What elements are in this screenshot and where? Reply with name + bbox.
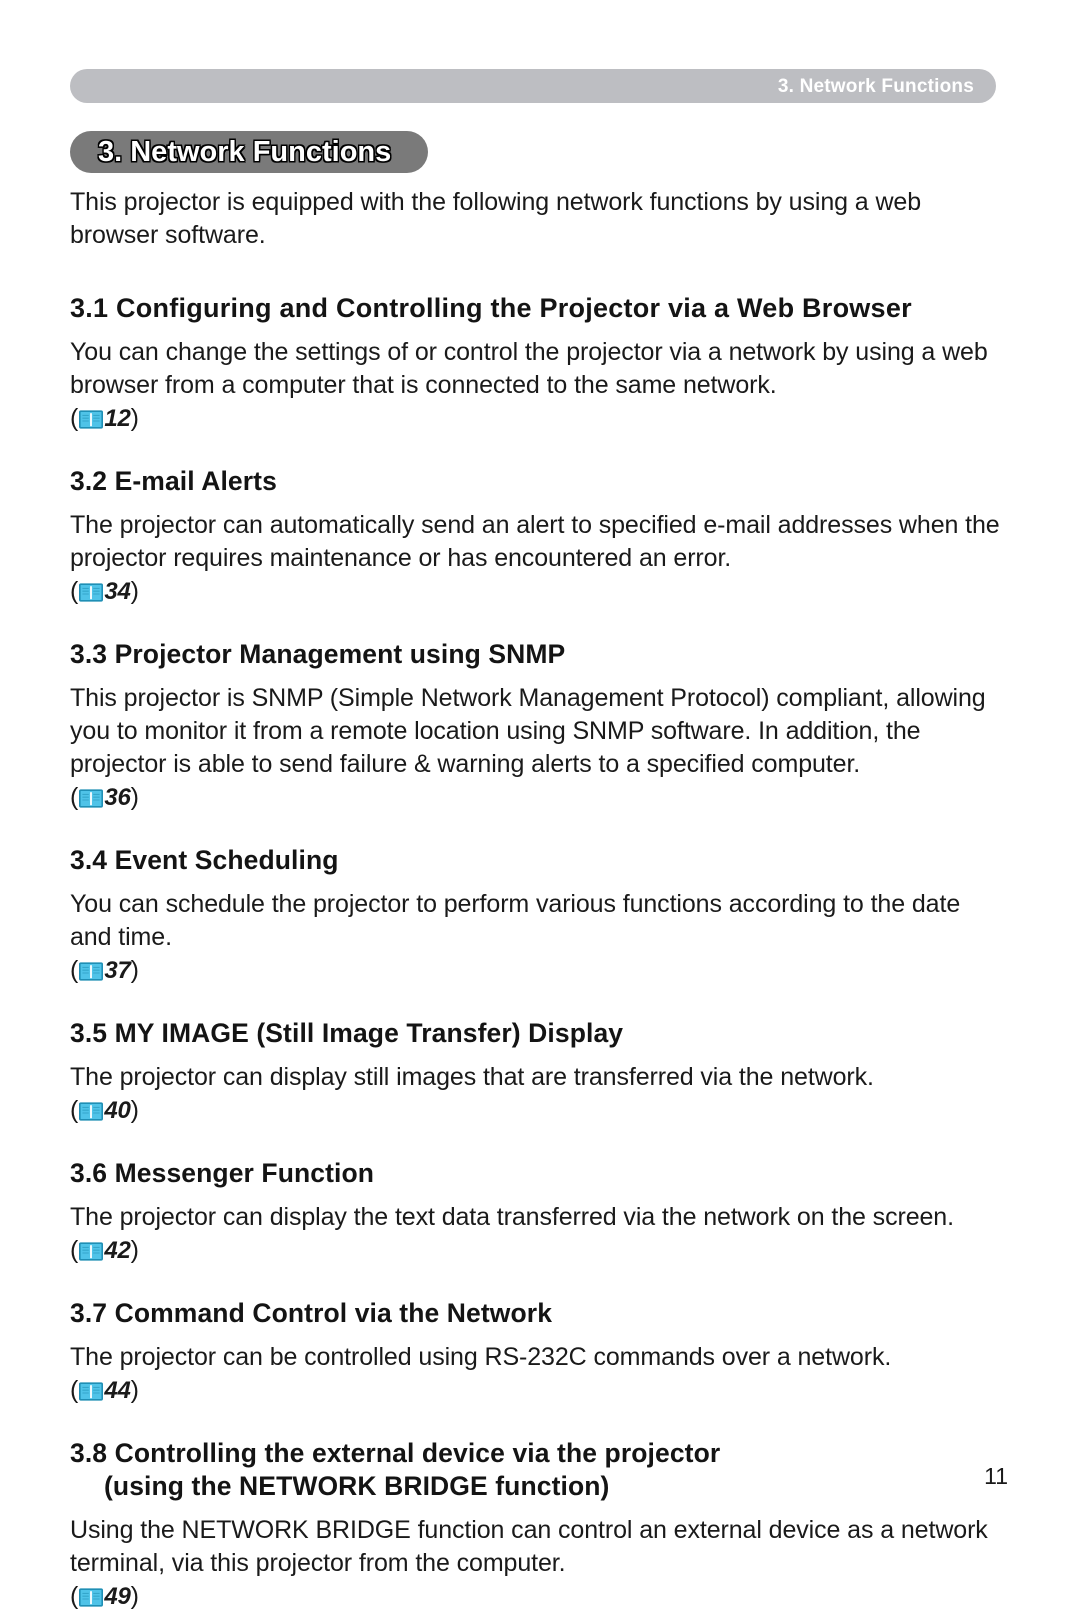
chapter-title-pill: 3. Network Functions: [70, 131, 428, 173]
section-body-3-8: Using the NETWORK BRIDGE function can co…: [70, 1516, 988, 1577]
book-icon: [79, 1237, 104, 1261]
paren-close: ): [130, 1582, 139, 1610]
running-header-bar: 3. Network Functions: [70, 69, 996, 103]
page-reference-3-8: (49): [70, 1580, 1000, 1613]
book-icon: [79, 405, 104, 429]
page-reference-3-7: (44): [70, 1374, 1000, 1407]
document-page: 3. Network Functions 3. Network Function…: [0, 0, 1080, 1610]
book-icon: [79, 784, 104, 808]
running-header-text: 3. Network Functions: [777, 75, 974, 97]
paren-open: (: [70, 1376, 79, 1404]
section-heading-3-8-line2: (using the NETWORK BRIDGE function): [104, 1471, 610, 1501]
paren-close: ): [130, 1236, 139, 1264]
book-icon: [79, 1377, 104, 1401]
section-heading-3-7: 3.7 Command Control via the Network: [70, 1298, 553, 1328]
page-reference-number: 36: [104, 784, 131, 811]
section-body-3-5: The projector can display still images t…: [70, 1063, 874, 1091]
paren-open: (: [70, 956, 79, 984]
section-body-3-1: You can change the settings of or contro…: [70, 338, 988, 399]
paren-open: (: [70, 1096, 79, 1124]
book-icon: [79, 1583, 104, 1607]
page-reference-number: 34: [104, 578, 131, 605]
paren-close: ): [130, 1376, 139, 1404]
content-column: This projector is equipped with the foll…: [70, 186, 1000, 1613]
page-reference-3-1: (12): [70, 402, 1000, 435]
page-reference-number: 49: [104, 1583, 131, 1610]
section-heading-3-5: 3.5 MY IMAGE (Still Image Transfer) Disp…: [70, 1018, 624, 1048]
section-body-3-6: The projector can display the text data …: [70, 1203, 954, 1231]
paren-close: ): [130, 1096, 139, 1124]
page-reference-number: 42: [104, 1237, 131, 1264]
intro-paragraph: This projector is equipped with the foll…: [70, 188, 922, 249]
paren-open: (: [70, 404, 79, 432]
section-heading-3-8-line1: 3.8 Controlling the external device via …: [70, 1438, 721, 1468]
page-reference-3-4: (37): [70, 954, 1000, 987]
section-heading-3-6: 3.6 Messenger Function: [70, 1158, 375, 1188]
page-number: 11: [984, 1463, 1008, 1489]
paren-close: ): [130, 783, 139, 811]
paren-open: (: [70, 1582, 79, 1610]
page-reference-number: 44: [104, 1377, 131, 1404]
page-reference-number: 40: [104, 1097, 131, 1124]
page-reference-3-5: (40): [70, 1094, 1000, 1127]
chapter-title-text: 3. Network Functions: [98, 135, 392, 168]
page-reference-3-2: (34): [70, 575, 1000, 608]
paren-close: ): [130, 577, 139, 605]
section-heading-3-1: 3.1 Configuring and Controlling the Proj…: [70, 293, 912, 323]
page-reference-number: 37: [104, 957, 131, 984]
book-icon: [79, 1097, 104, 1121]
section-heading-3-3: 3.3 Projector Management using SNMP: [70, 639, 566, 669]
paren-close: ): [130, 956, 139, 984]
section-body-3-3: This projector is SNMP (Simple Network M…: [70, 684, 986, 778]
section-body-3-2: The projector can automatically send an …: [70, 511, 1000, 572]
page-reference-3-3: (36): [70, 781, 1000, 814]
page-reference-number: 12: [104, 405, 131, 432]
paren-open: (: [70, 783, 79, 811]
section-heading-3-8: 3.8 Controlling the external device via …: [70, 1437, 1000, 1503]
book-icon: [79, 578, 104, 602]
section-heading-3-4: 3.4 Event Scheduling: [70, 845, 339, 875]
page-reference-3-6: (42): [70, 1234, 1000, 1267]
paren-close: ): [130, 404, 139, 432]
book-icon: [79, 957, 104, 981]
paren-open: (: [70, 1236, 79, 1264]
paren-open: (: [70, 577, 79, 605]
section-body-3-4: You can schedule the projector to perfor…: [70, 890, 961, 951]
section-body-3-7: The projector can be controlled using RS…: [70, 1343, 892, 1371]
section-heading-3-2: 3.2 E-mail Alerts: [70, 466, 277, 496]
